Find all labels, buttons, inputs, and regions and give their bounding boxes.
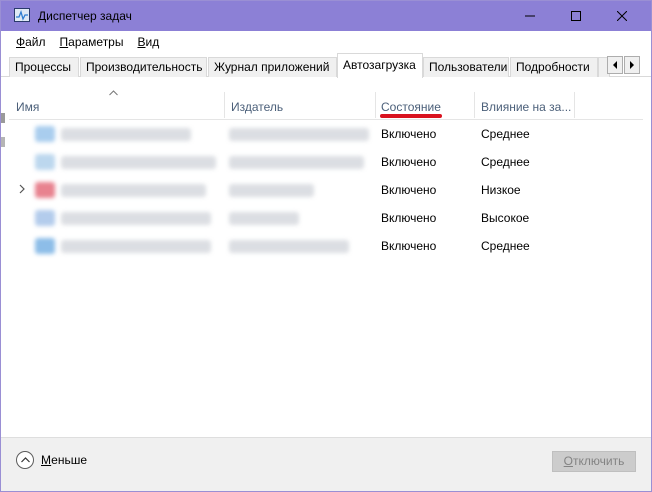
tab-processes[interactable]: Процессы (9, 57, 79, 77)
tab-performance[interactable]: Производительность (80, 57, 207, 77)
app-icon (35, 126, 55, 142)
table-row[interactable]: Включено Среднее (9, 232, 643, 260)
tab-scroll-right-button[interactable] (624, 56, 640, 74)
menu-file-label: айл (25, 35, 46, 49)
column-separator[interactable] (224, 92, 225, 118)
impact-value: Среднее (481, 127, 530, 141)
menu-options-label: араметры (68, 35, 124, 49)
status-value: Включено (381, 183, 437, 197)
table-row[interactable]: Включено Среднее (9, 120, 643, 148)
status-value: Включено (381, 239, 437, 253)
maximize-button[interactable] (553, 1, 599, 31)
redacted-name (61, 128, 191, 141)
chevron-left-icon (613, 61, 617, 69)
table-row[interactable]: Включено Высокое (9, 204, 643, 232)
column-header-name[interactable]: Имя (11, 96, 223, 118)
window-title: Диспетчер задач (38, 9, 132, 23)
task-manager-app-icon (14, 8, 30, 22)
redacted-name (61, 184, 206, 197)
menu-file[interactable]: Файл (9, 31, 53, 53)
close-button[interactable] (599, 1, 645, 31)
menu-view-label: ид (145, 35, 160, 49)
tab-app-history[interactable]: Журнал приложений (208, 57, 337, 77)
disable-button[interactable]: Отключить (552, 451, 636, 472)
app-icon (35, 210, 55, 226)
tab-scroll-left-button[interactable] (607, 56, 623, 74)
status-column-highlight (380, 114, 442, 118)
fewer-details-button[interactable]: Меньше (16, 451, 87, 469)
startup-list: Имя Издатель Состояние Влияние на за... … (9, 78, 643, 427)
redacted-name (61, 212, 211, 225)
footer-bar: Меньше Отключить (1, 437, 651, 491)
status-value: Включено (381, 211, 437, 225)
redacted-publisher (229, 240, 349, 253)
redacted-publisher (229, 184, 314, 197)
impact-value: Среднее (481, 239, 530, 253)
chevron-right-icon (630, 61, 634, 69)
app-icon (35, 238, 55, 254)
side-mark (1, 137, 5, 147)
chevron-right-icon[interactable] (19, 184, 25, 194)
column-separator[interactable] (474, 92, 475, 118)
menu-bar: Файл Параметры Вид (1, 31, 651, 53)
tab-details[interactable]: Подробности (510, 57, 598, 77)
column-header-impact[interactable]: Влияние на за... (476, 96, 574, 118)
table-row[interactable]: Включено Низкое (9, 176, 643, 204)
redacted-name (61, 156, 216, 169)
app-icon (35, 154, 55, 170)
minimize-icon (525, 15, 535, 17)
chevron-up-icon (16, 451, 34, 469)
status-value: Включено (381, 127, 437, 141)
fewer-details-label: Меньше (41, 453, 87, 467)
tab-startup[interactable]: Автозагрузка (337, 53, 423, 78)
tab-users[interactable]: Пользователи (423, 57, 509, 77)
task-manager-window: Диспетчер задач Файл Параметры Вид Проце… (0, 0, 652, 492)
redacted-publisher (229, 212, 299, 225)
redacted-publisher (229, 128, 369, 141)
app-icon (35, 182, 55, 198)
side-mark (1, 113, 5, 123)
redacted-name (61, 240, 211, 253)
column-header-publisher[interactable]: Издатель (226, 96, 374, 118)
impact-value: Низкое (481, 183, 521, 197)
impact-value: Высокое (481, 211, 530, 225)
column-separator[interactable] (574, 92, 575, 118)
impact-value: Среднее (481, 155, 530, 169)
menu-view[interactable]: Вид (130, 31, 166, 53)
status-value: Включено (381, 155, 437, 169)
maximize-icon (571, 11, 581, 21)
close-icon (617, 11, 627, 21)
minimize-button[interactable] (507, 1, 553, 31)
tab-strip: Процессы Производительность Журнал прило… (1, 53, 651, 78)
redacted-publisher (229, 156, 364, 169)
table-row[interactable]: Включено Среднее (9, 148, 643, 176)
menu-options[interactable]: Параметры (53, 31, 131, 53)
title-bar[interactable]: Диспетчер задач (1, 1, 651, 31)
